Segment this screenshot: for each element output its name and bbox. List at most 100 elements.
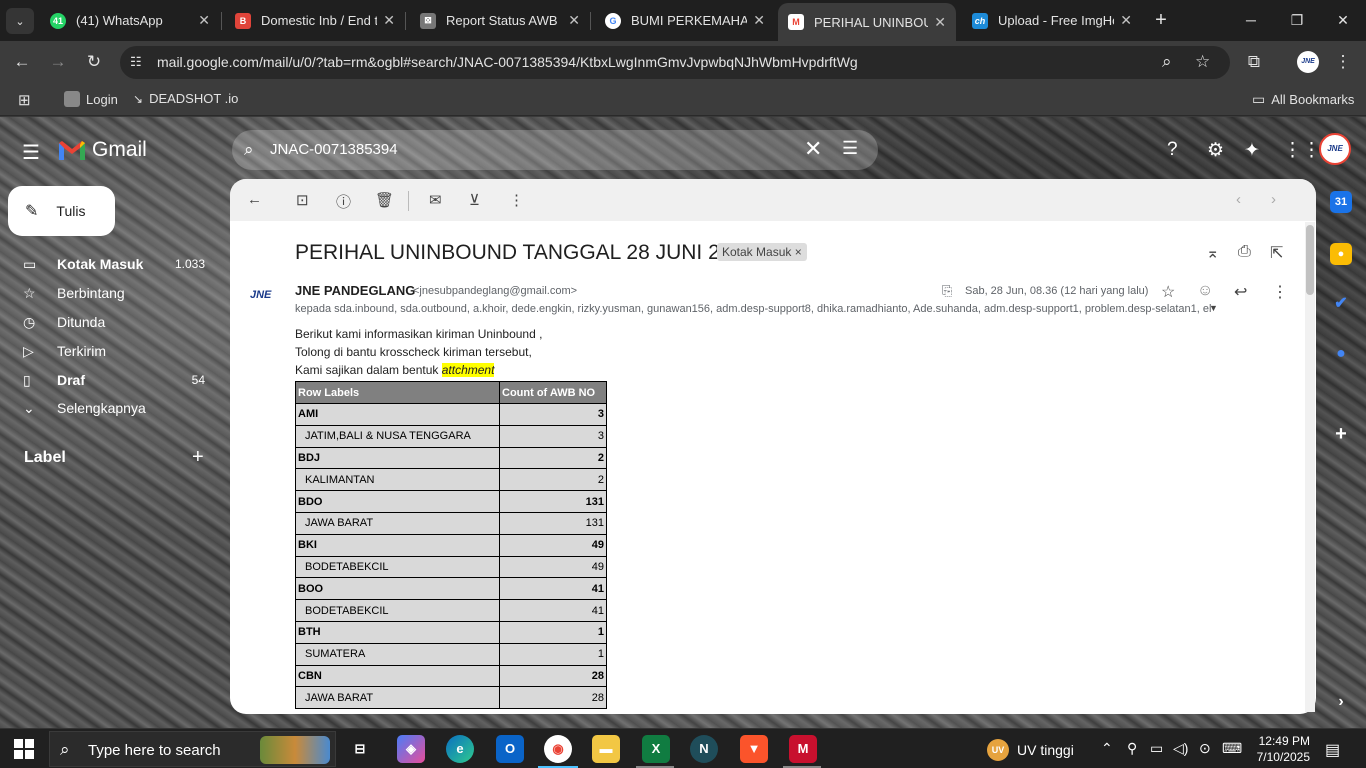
- site-info-icon[interactable]: ☷: [130, 54, 142, 70]
- delete-icon[interactable]: 🗑: [375, 191, 394, 209]
- close-icon[interactable]: ✕: [383, 12, 395, 29]
- scrollbar-track[interactable]: [1305, 222, 1315, 712]
- archive-icon[interactable]: ⊡: [296, 191, 309, 209]
- tasks-icon[interactable]: ✔: [1330, 293, 1352, 315]
- back-button[interactable]: ←: [9, 49, 35, 75]
- google-apps-icon[interactable]: ⋮⋮: [1283, 139, 1321, 162]
- camera-icon[interactable]: ⊙: [1199, 740, 1211, 757]
- bookmark-login[interactable]: Login: [64, 91, 118, 107]
- apps-grid-icon[interactable]: ⊞: [18, 91, 31, 109]
- nav-item-more[interactable]: ⌄ Selengkapnya: [0, 394, 220, 422]
- notification-icon[interactable]: ▤: [1325, 740, 1340, 760]
- back-to-list-icon[interactable]: ←: [247, 191, 262, 208]
- scrollbar-thumb[interactable]: [1306, 225, 1314, 295]
- outlook-icon[interactable]: O: [496, 735, 524, 763]
- n-app-icon[interactable]: N: [690, 735, 718, 763]
- contacts-icon[interactable]: ●: [1330, 343, 1352, 365]
- remove-label-icon[interactable]: ×: [795, 245, 802, 259]
- gmail-logo[interactable]: Gmail: [58, 138, 147, 162]
- tab-domestic[interactable]: B Domestic Inb / End to ✕: [225, 0, 405, 41]
- excel-icon[interactable]: X: [642, 735, 670, 763]
- extensions-icon[interactable]: ⧉: [1241, 49, 1267, 75]
- newer-icon[interactable]: ‹: [1236, 191, 1241, 208]
- file-explorer-icon[interactable]: ▬: [592, 735, 620, 763]
- start-button[interactable]: [14, 739, 34, 759]
- clear-search-icon[interactable]: ✕: [804, 136, 822, 162]
- zoom-icon[interactable]: ⌕: [1162, 52, 1172, 72]
- nav-item-drafts[interactable]: ▯ Draf 54: [0, 366, 220, 394]
- search-input[interactable]: JNAC-0071385394: [270, 141, 398, 158]
- network-icon[interactable]: ⚲: [1127, 740, 1137, 757]
- move-to-icon[interactable]: ⊻: [469, 191, 480, 209]
- system-clock[interactable]: 12:49 PM 7/10/2025: [1254, 733, 1310, 765]
- search-icon[interactable]: ⌕: [244, 140, 254, 160]
- help-icon[interactable]: ?: [1167, 139, 1178, 161]
- open-new-window-icon[interactable]: ⇱: [1270, 243, 1283, 263]
- address-bar[interactable]: ☷ mail.google.com/mail/u/0/?tab=rm&ogbl#…: [120, 46, 1230, 79]
- close-icon[interactable]: ✕: [1120, 12, 1132, 29]
- collapse-all-icon[interactable]: ⌅: [1206, 243, 1219, 263]
- close-icon[interactable]: ✕: [198, 12, 210, 29]
- report-spam-icon[interactable]: ⓘ: [336, 191, 351, 212]
- brave-icon[interactable]: ▼: [740, 735, 768, 763]
- close-icon[interactable]: ✕: [934, 14, 946, 31]
- profile-avatar[interactable]: JNE: [1297, 51, 1319, 73]
- keep-icon[interactable]: ●: [1330, 243, 1352, 265]
- label-chip[interactable]: Kotak Masuk ×: [717, 243, 807, 261]
- weather-widget[interactable]: UV UV tinggi: [987, 739, 1074, 761]
- account-avatar[interactable]: JNE: [1319, 133, 1351, 165]
- copilot-icon[interactable]: ◈: [397, 735, 425, 763]
- more-actions-icon[interactable]: ⋮: [509, 191, 524, 209]
- edge-icon[interactable]: e: [446, 735, 474, 763]
- mail-search-bar[interactable]: ⌕ JNAC-0071385394 ✕ ☰: [232, 130, 878, 170]
- bookmark-deadshot[interactable]: ↘ DEADSHOT .io: [133, 91, 238, 106]
- calendar-icon[interactable]: 31: [1330, 191, 1352, 213]
- nav-item-sent[interactable]: ▷ Terkirim: [0, 337, 220, 365]
- volume-icon[interactable]: ◁): [1173, 740, 1188, 757]
- taskbar-search[interactable]: ⌕ Type here to search: [49, 731, 336, 767]
- close-icon[interactable]: ✕: [753, 12, 765, 29]
- tab-report-status[interactable]: ⊠ Report Status AWB ✕: [410, 0, 590, 41]
- tab-search-button[interactable]: ⌄: [6, 8, 34, 34]
- side-panel-toggle-icon[interactable]: ›: [1330, 691, 1352, 713]
- tab-whatsapp[interactable]: 41 (41) WhatsApp ✕: [40, 0, 220, 41]
- compose-button[interactable]: ✎ Tulis: [8, 186, 115, 236]
- reply-icon[interactable]: ↩: [1234, 282, 1247, 302]
- nav-item-starred[interactable]: ☆ Berbintang: [0, 279, 220, 307]
- minimize-button[interactable]: ─: [1228, 6, 1274, 34]
- restore-button[interactable]: ❐: [1274, 6, 1320, 34]
- nav-item-snoozed[interactable]: ◷ Ditunda: [0, 308, 220, 336]
- new-tab-button[interactable]: +: [1150, 9, 1172, 31]
- all-bookmarks[interactable]: ▭ All Bookmarks: [1252, 91, 1354, 108]
- keyboard-icon[interactable]: ⌨: [1222, 740, 1242, 757]
- reload-button[interactable]: ↻: [81, 49, 107, 75]
- more-menu-icon[interactable]: ⋮: [1330, 49, 1356, 75]
- emoji-react-icon[interactable]: ☺: [1197, 282, 1213, 300]
- awb-count-cell: 28: [499, 686, 607, 710]
- forward-button[interactable]: →: [45, 49, 71, 75]
- print-icon[interactable]: ⎙: [1238, 243, 1251, 261]
- close-icon[interactable]: ✕: [568, 12, 580, 29]
- mark-unread-icon[interactable]: ✉: [429, 191, 442, 209]
- star-message-icon[interactable]: ☆: [1161, 282, 1175, 302]
- nav-item-inbox[interactable]: ▭ Kotak Masuk 1.033: [0, 250, 220, 278]
- tab-bumi[interactable]: G BUMI PERKEMAHAN ✕: [595, 0, 775, 41]
- older-icon[interactable]: ›: [1271, 191, 1276, 208]
- task-view-icon[interactable]: ⊟: [346, 735, 374, 763]
- search-options-icon[interactable]: ☰: [842, 138, 858, 159]
- battery-icon[interactable]: ▭: [1150, 740, 1163, 757]
- chrome-icon[interactable]: ◉: [544, 735, 572, 763]
- message-more-icon[interactable]: ⋮: [1272, 282, 1288, 302]
- mcafee-icon[interactable]: M: [789, 735, 817, 763]
- bookmark-star-icon[interactable]: ☆: [1195, 52, 1210, 72]
- add-addon-icon[interactable]: +: [1330, 423, 1352, 445]
- menu-icon[interactable]: ☰: [22, 140, 40, 165]
- add-label-icon[interactable]: +: [192, 446, 204, 469]
- tab-perihal-active[interactable]: M PERIHAL UNINBOUN ✕: [778, 3, 956, 41]
- chevron-up-icon[interactable]: ⌃: [1101, 740, 1113, 757]
- gemini-icon[interactable]: ✦: [1244, 139, 1260, 162]
- tab-upload[interactable]: ch Upload - Free ImgHo ✕: [962, 0, 1142, 41]
- show-details-icon[interactable]: ▼: [1209, 303, 1218, 313]
- gear-icon[interactable]: ⚙: [1207, 139, 1224, 162]
- close-window-button[interactable]: ✕: [1320, 6, 1366, 34]
